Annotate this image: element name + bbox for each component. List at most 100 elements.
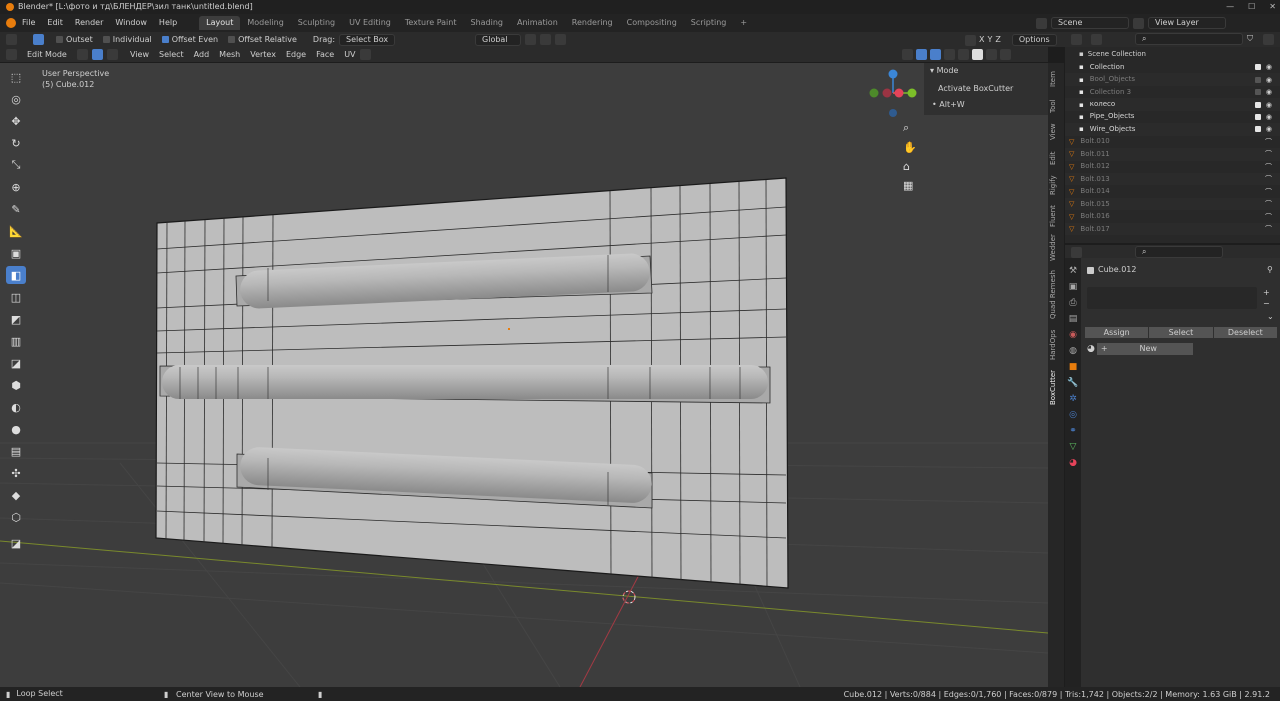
outliner-editor-icon[interactable] [1071,34,1082,45]
pan-hand-icon[interactable]: ✋ [903,141,917,154]
add-cube-tool-icon[interactable]: ▣ [6,244,26,262]
grid-view-icon[interactable]: ▦ [903,179,917,192]
new-material-button[interactable]: + New [1096,343,1193,355]
select-tool-icon[interactable]: ⬚ [6,68,26,86]
exclude-checkbox[interactable] [1255,76,1261,83]
panel-header-mode[interactable]: ▾ Mode [930,67,958,75]
snap-icon[interactable] [540,34,552,45]
tab-edit[interactable]: Edit [1049,151,1057,165]
properties-search-input[interactable]: ⌕ [1135,246,1223,258]
vertex-select-icon[interactable] [77,49,88,60]
measure-tool-icon[interactable]: 📐 [6,222,26,240]
outliner-row[interactable]: ▪ Collection 3 ◉ [1065,85,1280,99]
menu-vertex[interactable]: Vertex [250,50,276,59]
properties-editor-icon[interactable] [1071,247,1082,258]
outliner-row[interactable]: ▪ Collection ◉ [1065,61,1280,74]
menu-mesh[interactable]: Mesh [219,50,240,59]
assign-button[interactable]: Assign [1085,327,1149,338]
outliner-row[interactable]: ▽ Bolt.015 ⌒ [1065,197,1280,211]
menu-edge[interactable]: Edge [286,50,306,59]
tab-uv-editing[interactable]: UV Editing [342,16,398,30]
outset-checkbox[interactable]: Outset [56,35,93,44]
visibility-eye-icon[interactable]: ⌒ [1265,212,1272,222]
render-props-icon[interactable]: ▣ [1069,282,1078,292]
visibility-eye-icon[interactable]: ◉ [1266,88,1272,96]
menu-file[interactable]: File [22,19,35,27]
rendered-shading-icon[interactable] [1000,49,1011,60]
exclude-checkbox[interactable] [1255,64,1261,71]
slot-menu-icon[interactable]: ⌄ [1267,313,1274,321]
individual-checkbox[interactable]: Individual [102,35,152,44]
visibility-eye-icon[interactable]: ◉ [1266,113,1272,121]
tab-layout[interactable]: Layout [199,16,241,30]
outliner-row[interactable]: ▽ Bolt.014 ⌒ [1065,185,1280,198]
cursor-tool-icon[interactable]: ◎ [6,90,26,108]
tab-scripting[interactable]: Scripting [684,16,734,30]
menu-help[interactable]: Help [159,19,177,27]
axis-x-toggle[interactable]: X [979,36,984,44]
navigation-gizmo[interactable] [866,69,920,123]
material-shading-icon[interactable] [986,49,997,60]
inset-tool-icon[interactable]: ◫ [6,288,26,306]
menu-edit[interactable]: Edit [47,19,63,27]
gizmo-icon[interactable] [916,49,927,60]
modifier-props-icon[interactable]: 🔧 [1067,378,1078,388]
visibility-icon[interactable] [902,49,913,60]
tab-view[interactable]: View [1049,123,1057,140]
physics-props-icon[interactable]: ◎ [1069,410,1077,420]
offset-relative-checkbox[interactable]: Offset Relative [228,35,297,44]
maximize-icon[interactable]: ☐ [1248,2,1255,11]
tab-item[interactable]: Item [1049,71,1057,87]
material-browse-icon[interactable]: ◕ [1087,344,1095,354]
constraints-props-icon[interactable]: ⚭ [1069,426,1077,436]
remove-slot-icon[interactable]: − [1263,299,1270,308]
tab-compositing[interactable]: Compositing [620,16,684,30]
particles-props-icon[interactable]: ✲ [1069,394,1077,404]
tool-props-icon[interactable]: ⚒ [1069,266,1077,276]
tab-shading[interactable]: Shading [463,16,510,30]
menu-add[interactable]: Add [194,50,210,59]
tab-hardops[interactable]: HardOps [1049,330,1057,360]
tab-rendering[interactable]: Rendering [565,16,620,30]
edge-select-icon[interactable] [92,49,103,60]
blender-menu-icon[interactable] [6,18,16,28]
visibility-eye-icon[interactable]: ◉ [1266,101,1272,109]
axis-y-toggle[interactable]: Y [987,36,992,44]
tab-boxcutter[interactable]: BoxCutter [1049,370,1057,405]
visibility-eye-icon[interactable]: ⌒ [1265,162,1272,172]
transform-tool-icon[interactable]: ⊕ [6,178,26,196]
proportional-edit-icon[interactable] [555,34,567,45]
scene-field[interactable]: Scene [1051,17,1129,29]
visibility-eye-icon[interactable]: ⌒ [1265,137,1272,147]
tab-rigify[interactable]: Rigify [1049,175,1057,195]
tab-sculpting[interactable]: Sculpting [291,16,342,30]
tab-texture-paint[interactable]: Texture Paint [398,16,464,30]
material-slot-list[interactable] [1087,287,1257,309]
pivot-icon[interactable] [525,34,537,45]
scene-icon[interactable] [1036,17,1047,29]
scale-tool-icon[interactable]: ⤡ [6,156,26,174]
outliner-row[interactable]: ▪ колесо ◉ [1065,98,1280,111]
add-slot-icon[interactable]: + [1263,288,1270,297]
outliner-row[interactable]: ▪ Bool_Objects ◉ [1065,73,1280,86]
tab-modeling[interactable]: Modeling [240,16,290,30]
exclude-checkbox[interactable] [1255,113,1261,120]
menu-select[interactable]: Select [159,50,184,59]
outliner-row[interactable]: ▪ Pipe_Objects ◉ [1065,110,1280,124]
visibility-eye-icon[interactable]: ⌒ [1265,224,1272,234]
loop-cut-tool-icon[interactable]: ▥ [6,332,26,350]
view-layer-icon[interactable] [1133,17,1144,29]
mirror-icon[interactable] [965,34,976,46]
visibility-eye-icon[interactable]: ◉ [1266,125,1272,133]
poly-build-tool-icon[interactable]: ⬢ [6,376,26,394]
axis-z-toggle[interactable]: Z [995,36,1000,44]
menu-window[interactable]: Window [115,19,147,27]
mode-dropdown[interactable]: Edit Mode [21,49,73,60]
extrude-tool-icon[interactable]: ◧ [6,266,26,284]
exclude-checkbox[interactable] [1255,101,1261,108]
visibility-eye-icon[interactable]: ⌒ [1265,199,1272,209]
pin-icon[interactable]: ⚲ [1267,266,1273,274]
menu-render[interactable]: Render [75,19,103,27]
camera-icon[interactable]: ⌂ [903,160,917,173]
close-icon[interactable]: ✕ [1269,2,1276,11]
